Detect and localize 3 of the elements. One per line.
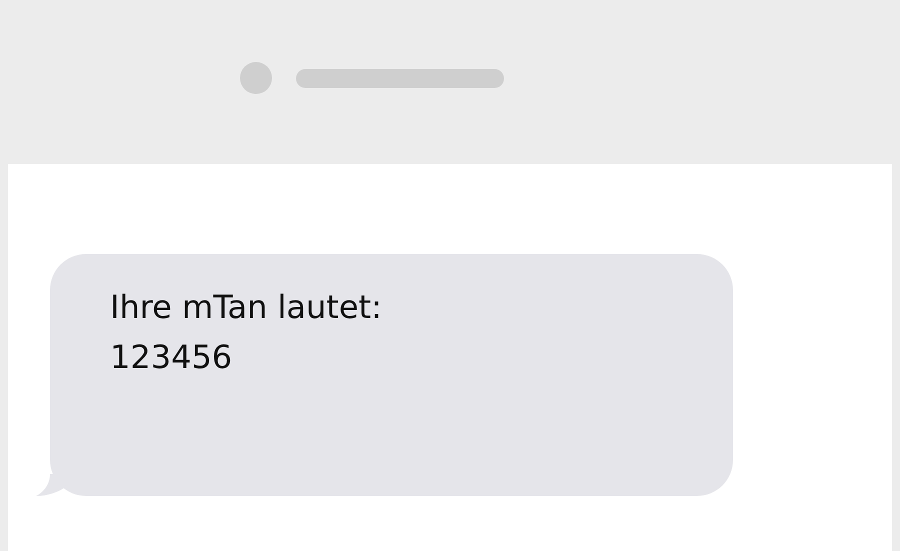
camera-icon [240,62,272,94]
message-text: Ihre mTan lautet: 123456 [110,287,383,378]
speaker-icon [296,68,504,88]
